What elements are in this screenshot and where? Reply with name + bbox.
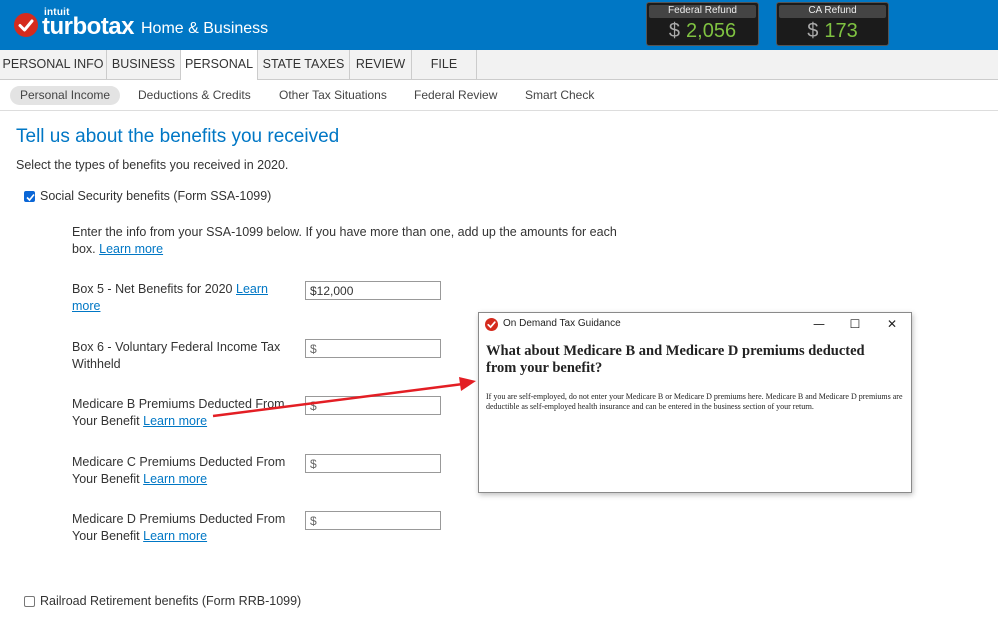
box6-label-text: Box 6 - Voluntary Federal Income Tax Wit… <box>72 340 281 371</box>
medicare-b-label: Medicare B Premiums Deducted From Your B… <box>72 396 287 430</box>
medicare-b-learn-more-link[interactable]: Learn more <box>143 414 207 428</box>
medicare-c-premiums-input[interactable] <box>305 454 441 473</box>
tab-state-taxes[interactable]: STATE TAXES <box>258 50 350 80</box>
medicare-c-learn-more-link[interactable]: Learn more <box>143 472 207 486</box>
tab-personal-info[interactable]: PERSONAL INFO <box>0 50 107 80</box>
ssa-benefits-checkbox[interactable] <box>24 191 35 202</box>
turbotax-logo-text: turbotax <box>42 13 135 40</box>
product-name: Home & Business <box>141 20 269 37</box>
box5-label: Box 5 - Net Benefits for 2020 Learn more <box>72 281 287 315</box>
state-refund-amount: 173 <box>824 20 858 42</box>
page-title: Tell us about the benefits you received <box>16 126 340 147</box>
close-button[interactable]: ✕ <box>879 315 905 333</box>
box6-federal-withheld-input[interactable] <box>305 339 441 358</box>
popup-heading: What about Medicare B and Medicare D pre… <box>486 343 865 376</box>
medicare-b-premiums-input[interactable] <box>305 396 441 415</box>
medicare-d-premiums-input[interactable] <box>305 511 441 530</box>
box6-label: Box 6 - Voluntary Federal Income Tax Wit… <box>72 339 287 373</box>
federal-refund-amount: 2,056 <box>686 20 737 42</box>
rrb-benefits-checkbox[interactable] <box>24 596 35 607</box>
medicare-d-learn-more-link[interactable]: Learn more <box>143 529 207 543</box>
currency-symbol: $ <box>807 20 819 42</box>
currency-symbol: $ <box>668 20 681 42</box>
sub-navigation: Personal Income Deductions & Credits Oth… <box>0 80 998 111</box>
popup-window-title: On Demand Tax Guidance <box>503 318 621 329</box>
subnav-other-tax-situations[interactable]: Other Tax Situations <box>279 86 387 105</box>
instructions-learn-more-link[interactable]: Learn more <box>99 242 163 256</box>
federal-refund-value: $2,056 <box>647 20 758 43</box>
box5-label-text: Box 5 - Net Benefits for 2020 <box>72 282 233 296</box>
minimize-button[interactable]: — <box>806 315 832 333</box>
tab-business[interactable]: BUSINESS <box>107 50 181 80</box>
turbotax-check-icon <box>485 318 498 331</box>
tax-guidance-popup: On Demand Tax Guidance — ☐ ✕ What about … <box>478 312 912 493</box>
subnav-personal-income[interactable]: Personal Income <box>10 86 121 105</box>
subnav-smart-check[interactable]: Smart Check <box>525 86 594 105</box>
state-refund-meter[interactable]: CA Refund $173 <box>776 2 889 46</box>
subnav-deductions-credits[interactable]: Deductions & Credits <box>138 86 251 105</box>
subnav-federal-review[interactable]: Federal Review <box>414 86 497 105</box>
main-tabs: PERSONAL INFO BUSINESS PERSONAL STATE TA… <box>0 50 998 81</box>
medicare-d-label: Medicare D Premiums Deducted From Your B… <box>72 511 287 545</box>
maximize-button[interactable]: ☐ <box>842 315 868 333</box>
ssa-instructions: Enter the info from your SSA-1099 below.… <box>72 224 617 258</box>
federal-refund-label: Federal Refund <box>668 5 737 16</box>
popup-body-text: If you are self-employed, do not enter y… <box>486 392 903 411</box>
ssa-benefits-label[interactable]: Social Security benefits (Form SSA-1099) <box>40 189 271 203</box>
tab-personal[interactable]: PERSONAL <box>181 50 258 81</box>
turbotax-check-icon <box>14 13 38 37</box>
rrb-benefits-label[interactable]: Railroad Retirement benefits (Form RRB-1… <box>40 594 301 608</box>
medicare-c-label: Medicare C Premiums Deducted From Your B… <box>72 454 287 488</box>
page-subtitle: Select the types of benefits you receive… <box>16 158 289 172</box>
tab-review[interactable]: REVIEW <box>350 50 412 80</box>
federal-refund-meter[interactable]: Federal Refund $2,056 <box>646 2 759 46</box>
app-header: intuit turbotax Home & Business Federal … <box>0 0 998 50</box>
tab-file[interactable]: FILE <box>412 50 477 80</box>
state-refund-value: $173 <box>777 20 888 43</box>
box5-net-benefits-input[interactable] <box>305 281 441 300</box>
state-refund-label: CA Refund <box>808 5 857 16</box>
annotation-arrow-head <box>459 377 476 391</box>
